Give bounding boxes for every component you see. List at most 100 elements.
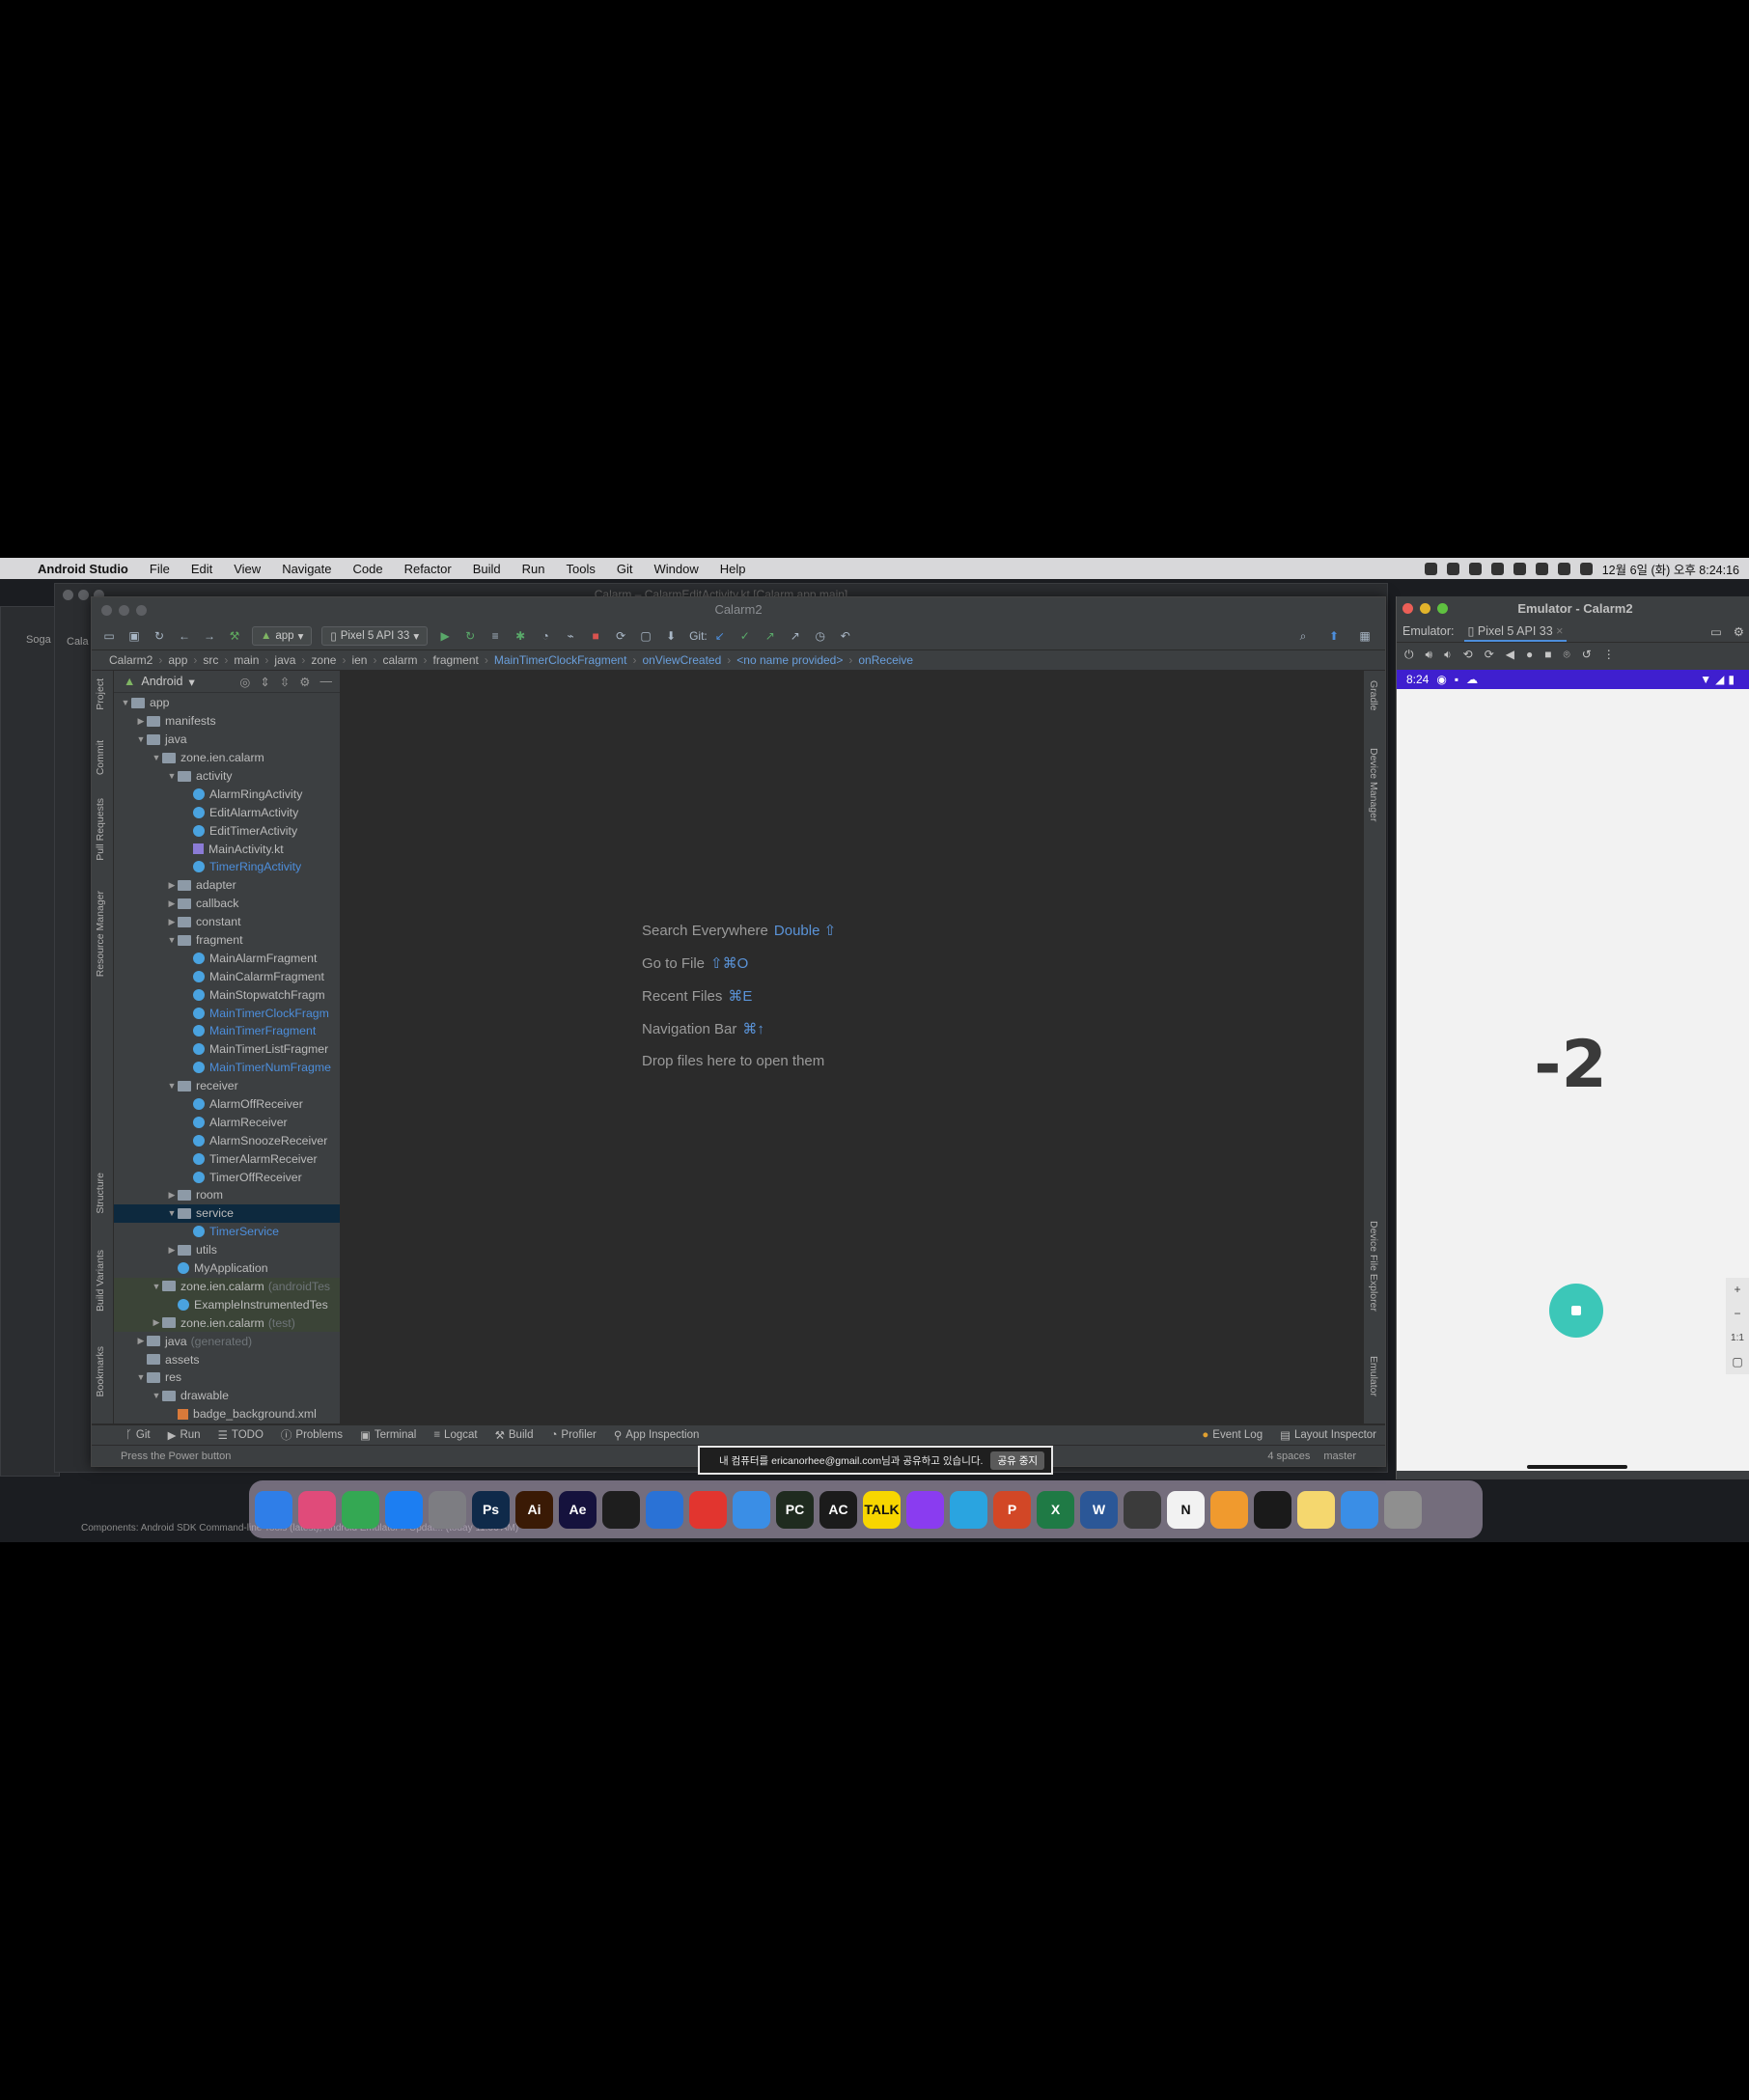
tree-item[interactable]: AlarmReceiver <box>114 1113 340 1131</box>
layout-icon[interactable]: ▭ <box>1710 624 1722 639</box>
dock-app-icon[interactable] <box>255 1490 292 1529</box>
tree-item[interactable]: TimerRingActivity <box>114 858 340 876</box>
screenshot-icon[interactable]: ⌾ <box>1563 648 1569 662</box>
chevron-down-icon[interactable]: ▼ <box>166 1208 178 1218</box>
wifi-icon[interactable] <box>1513 562 1526 575</box>
tree-item[interactable]: assets <box>114 1350 340 1368</box>
menu-run[interactable]: Run <box>512 562 556 576</box>
dock-app-icon[interactable]: X <box>1037 1490 1074 1529</box>
tree-item[interactable]: ▶ room <box>114 1186 340 1204</box>
tool-tab-device-file-explorer[interactable]: Device File Explorer <box>1368 1221 1379 1312</box>
forward-arrow-icon[interactable]: → <box>202 628 217 644</box>
dock-app-icon[interactable] <box>1210 1490 1248 1529</box>
dock-app-icon[interactable] <box>689 1490 727 1529</box>
tree-item[interactable]: ▼ zone.ien.calarm (androidTes <box>114 1277 340 1296</box>
build-hammer-icon[interactable]: ⚒ <box>227 628 242 644</box>
tool-tab-resource-manager[interactable]: Resource Manager <box>95 891 106 977</box>
dock-app-icon[interactable] <box>298 1490 336 1529</box>
dock-app-icon[interactable] <box>733 1490 770 1529</box>
tree-item[interactable]: ExampleInstrumentedTes <box>114 1295 340 1314</box>
profile-icon[interactable]: ◔ <box>538 628 553 644</box>
sync-icon[interactable]: ↻ <box>152 628 167 644</box>
chevron-down-icon[interactable]: ▼ <box>120 698 131 707</box>
tool-tab-git[interactable]: ᚴ Git <box>117 1429 159 1441</box>
collapse-all-icon[interactable]: ⇳ <box>280 675 290 689</box>
dock-app-icon[interactable] <box>1297 1490 1335 1529</box>
menu-help[interactable]: Help <box>709 562 757 576</box>
chevron-down-icon[interactable]: ▼ <box>166 1081 178 1091</box>
save-icon[interactable]: ▣ <box>126 628 142 644</box>
apply-changes-icon[interactable]: ↻ <box>462 628 478 644</box>
status-item-icon[interactable] <box>1424 562 1437 575</box>
rotate-left-icon[interactable]: ⟲ <box>1463 648 1473 661</box>
dock-app-icon[interactable]: P <box>993 1490 1031 1529</box>
git-clock-icon[interactable]: ◷ <box>813 628 828 644</box>
tree-item[interactable]: ▼ java <box>114 731 340 749</box>
close-dot-icon[interactable] <box>1402 603 1413 614</box>
tree-item[interactable]: ▼ activity <box>114 767 340 786</box>
dock-app-icon[interactable]: W <box>1080 1490 1118 1529</box>
dock-app-icon[interactable]: TALK <box>863 1490 901 1529</box>
control-center-icon[interactable] <box>1579 562 1593 575</box>
chevron-down-icon[interactable]: ▼ <box>135 734 147 744</box>
zoom-dot-icon[interactable] <box>1437 603 1448 614</box>
minimize-dot-icon[interactable] <box>119 605 129 616</box>
tree-item[interactable]: ▼ zone.ien.calarm <box>114 749 340 767</box>
git-branch[interactable]: master <box>1323 1451 1356 1462</box>
background-window-1[interactable]: Soga <box>0 606 60 1477</box>
chevron-down-icon[interactable]: ▼ <box>151 753 162 762</box>
menu-app-name[interactable]: Android Studio <box>27 562 139 576</box>
tool-tab-emulator[interactable]: Emulator <box>1368 1356 1379 1396</box>
tool-tab-problems[interactable]: ⓘ Problems <box>272 1427 351 1443</box>
breadcrumb-item[interactable]: MainTimerClockFragment <box>488 653 633 667</box>
git-push-icon[interactable]: ↗ <box>763 628 778 644</box>
dock-app-icon[interactable] <box>429 1490 466 1529</box>
tree-item[interactable]: ▶ callback <box>114 895 340 913</box>
volume-up-icon[interactable]: 🔊︎ <box>1426 648 1433 662</box>
dock-app-icon[interactable] <box>1384 1490 1422 1529</box>
tree-item[interactable]: ▶ manifests <box>114 712 340 731</box>
project-view-select[interactable]: Android <box>141 675 182 688</box>
bluetooth-icon[interactable] <box>1535 562 1548 575</box>
chevron-right-icon[interactable]: ▶ <box>135 716 147 727</box>
breadcrumb-item[interactable]: onViewCreated <box>636 653 727 667</box>
tree-item[interactable]: ▶ adapter <box>114 876 340 895</box>
git-history-icon[interactable]: ↗ <box>788 628 803 644</box>
chevron-right-icon[interactable]: ▶ <box>151 1317 162 1328</box>
breadcrumb-item[interactable]: onReceive <box>852 653 919 667</box>
chevron-right-icon[interactable]: ▶ <box>135 1336 147 1346</box>
chevron-down-icon[interactable]: ▾ <box>188 675 194 689</box>
menu-clock[interactable]: 12월 6일 (화) 오후 8:24:16 <box>1602 560 1739 578</box>
chevron-down-icon[interactable]: ▼ <box>135 1372 147 1382</box>
home-icon[interactable]: ● <box>1526 648 1533 661</box>
gear-icon[interactable]: ⚙ <box>1734 624 1744 639</box>
more-icon[interactable]: ⋮ <box>1603 648 1615 661</box>
expand-all-icon[interactable]: ⇕ <box>260 675 269 689</box>
tree-item[interactable]: EditTimerActivity <box>114 821 340 840</box>
tree-item[interactable]: MainCalarmFragment <box>114 967 340 985</box>
tree-item[interactable]: MainAlarmFragment <box>114 949 340 967</box>
chevron-down-icon[interactable]: ▼ <box>151 1391 162 1400</box>
search-icon[interactable]: ⌕ <box>1295 628 1311 644</box>
stop-icon[interactable]: ■ <box>588 628 603 644</box>
dock-app-icon[interactable]: N <box>1167 1490 1205 1529</box>
menu-build[interactable]: Build <box>462 562 512 576</box>
close-icon[interactable]: × <box>1556 624 1563 638</box>
tool-tab-event-log[interactable]: ● Event Log <box>1193 1428 1271 1442</box>
tree-item[interactable]: AlarmOffReceiver <box>114 1095 340 1114</box>
dock-app-icon[interactable] <box>602 1490 640 1529</box>
menu-file[interactable]: File <box>139 562 180 576</box>
device-select[interactable]: ▯ Pixel 5 API 33 ▾ <box>321 626 429 646</box>
menu-window[interactable]: Window <box>643 562 708 576</box>
breadcrumb-item[interactable]: <no name provided> <box>731 653 848 667</box>
rollback-icon[interactable]: ↶ <box>838 628 853 644</box>
back-arrow-icon[interactable]: ← <box>177 628 192 644</box>
zoom-out-button[interactable]: − <box>1726 1302 1749 1326</box>
chevron-right-icon[interactable]: ▶ <box>166 1245 178 1256</box>
dock-app-icon[interactable] <box>950 1490 987 1529</box>
zoom-dot-icon[interactable] <box>136 605 147 616</box>
tool-tab-profiler[interactable]: ◔ Profiler <box>541 1429 604 1441</box>
run-icon[interactable]: ▶ <box>437 628 453 644</box>
volume-down-icon[interactable]: 🔉︎ <box>1444 648 1452 662</box>
chevron-right-icon[interactable]: ▶ <box>166 1190 178 1201</box>
